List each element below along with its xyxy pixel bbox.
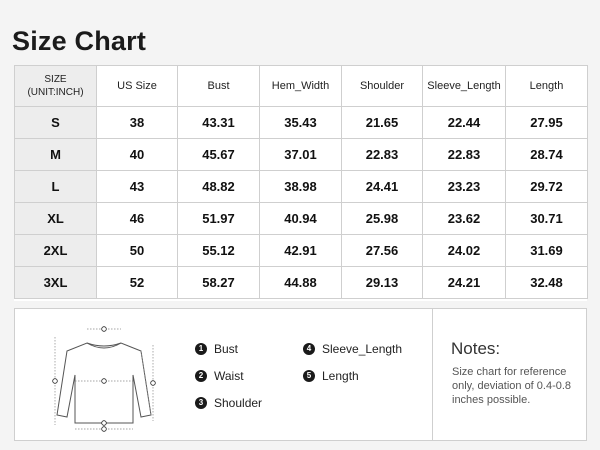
cell-bust: 45.67 — [177, 138, 260, 171]
number-badge: 5 — [303, 370, 315, 382]
cell-sleeve-length: 22.83 — [422, 138, 506, 171]
cell-size: 3XL — [14, 266, 97, 299]
header-us-size: US Size — [96, 65, 178, 107]
legend-item-shoulder: 3 Shoulder — [195, 396, 262, 410]
header-hem-width: Hem_Width — [259, 65, 342, 107]
cell-us-size: 38 — [96, 106, 178, 139]
cell-length: 28.74 — [505, 138, 588, 171]
cell-length: 30.71 — [505, 202, 588, 235]
cell-size: XL — [14, 202, 97, 235]
header-sleeve-length: Sleeve_Length — [422, 65, 506, 107]
legend-label: Sleeve_Length — [322, 342, 403, 356]
cell-sleeve-length: 23.23 — [422, 170, 506, 203]
legend-label: Bust — [214, 342, 239, 356]
cell-hem-width: 35.43 — [259, 106, 342, 139]
cell-shoulder: 24.41 — [341, 170, 423, 203]
page-title: Size Chart — [12, 26, 147, 56]
cell-hem-width: 38.98 — [259, 170, 342, 203]
table-row: M 40 45.67 37.01 22.83 22.83 28.74 — [14, 138, 588, 171]
table-row: 3XL 52 58.27 44.88 29.13 24.21 32.48 — [14, 266, 588, 299]
cell-shoulder: 25.98 — [341, 202, 423, 235]
header-bust: Bust — [177, 65, 260, 107]
number-badge: 2 — [195, 370, 207, 382]
size-table-container: SIZE (UNIT:INCH) US Size Bust Hem_Width … — [14, 65, 588, 301]
cell-size: 2XL — [14, 234, 97, 267]
cell-sleeve-length: 23.62 — [422, 202, 506, 235]
legend-item-waist: 2 Waist — [195, 369, 244, 383]
cell-shoulder: 27.56 — [341, 234, 423, 267]
header-size: SIZE (UNIT:INCH) — [14, 65, 97, 107]
cell-us-size: 52 — [96, 266, 178, 299]
cell-size: M — [14, 138, 97, 171]
table-row: XL 46 51.97 40.94 25.98 23.62 30.71 — [14, 202, 588, 235]
size-table: SIZE (UNIT:INCH) US Size Bust Hem_Width … — [14, 65, 588, 299]
cell-length: 32.48 — [505, 266, 588, 299]
sweater-diagram-icon — [52, 326, 156, 432]
cell-length: 31.69 — [505, 234, 588, 267]
cell-hem-width: 40.94 — [259, 202, 342, 235]
cell-sleeve-length: 24.21 — [422, 266, 506, 299]
header-shoulder: Shoulder — [341, 65, 423, 107]
cell-shoulder: 29.13 — [341, 266, 423, 299]
notes-title: Notes: — [451, 339, 501, 358]
measurement-guide: 1 Bust 2 Waist 3 Shoulder 4 Sleeve_Lengt… — [14, 308, 587, 441]
cell-bust: 51.97 — [177, 202, 260, 235]
cell-sleeve-length: 24.02 — [422, 234, 506, 267]
legend-item-sleeve-length: 4 Sleeve_Length — [303, 342, 402, 356]
legend-label: Waist — [214, 369, 244, 383]
cell-size: S — [14, 106, 97, 139]
number-badge: 4 — [303, 343, 315, 355]
table-row: L 43 48.82 38.98 24.41 23.23 29.72 — [14, 170, 588, 203]
cell-length: 27.95 — [505, 106, 588, 139]
cell-shoulder: 21.65 — [341, 106, 423, 139]
legend-label: Length — [322, 369, 359, 383]
cell-hem-width: 37.01 — [259, 138, 342, 171]
cell-size: L — [14, 170, 97, 203]
cell-sleeve-length: 22.44 — [422, 106, 506, 139]
table-row: S 38 43.31 35.43 21.65 22.44 27.95 — [14, 106, 588, 139]
cell-bust: 43.31 — [177, 106, 260, 139]
header-length: Length — [505, 65, 588, 107]
legend-item-length: 5 Length — [303, 369, 359, 383]
divider — [432, 309, 433, 440]
legend-label: Shoulder — [214, 396, 263, 410]
number-badge: 3 — [195, 397, 207, 409]
cell-us-size: 40 — [96, 138, 178, 171]
number-badge: 1 — [195, 343, 207, 355]
table-header-row: SIZE (UNIT:INCH) US Size Bust Hem_Width … — [14, 65, 588, 107]
cell-bust: 58.27 — [177, 266, 260, 299]
cell-shoulder: 22.83 — [341, 138, 423, 171]
table-row: 2XL 50 55.12 42.91 27.56 24.02 31.69 — [14, 234, 588, 267]
cell-hem-width: 42.91 — [259, 234, 342, 267]
cell-bust: 55.12 — [177, 234, 260, 267]
legend-item-bust: 1 Bust — [195, 342, 238, 356]
cell-us-size: 46 — [96, 202, 178, 235]
notes-text: Size chart for reference only, deviation… — [452, 366, 572, 406]
cell-length: 29.72 — [505, 170, 588, 203]
cell-hem-width: 44.88 — [259, 266, 342, 299]
cell-us-size: 43 — [96, 170, 178, 203]
cell-us-size: 50 — [96, 234, 178, 267]
cell-bust: 48.82 — [177, 170, 260, 203]
